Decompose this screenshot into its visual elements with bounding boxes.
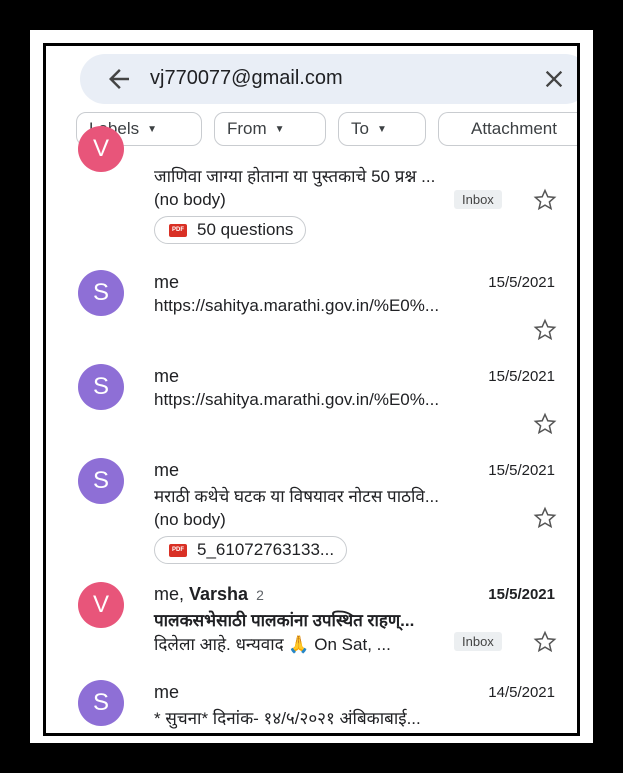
star-outline-icon[interactable]	[533, 412, 557, 436]
email-item[interactable]: S me 14/5/2021 * सुचना* दिनांक- १४/५/२०२…	[46, 676, 577, 733]
email-item[interactable]: V जाणिवा जाग्या होताना या पुस्तकाचे 50 प…	[46, 126, 577, 250]
avatar: V	[78, 126, 124, 172]
chevron-down-icon: ▼	[274, 123, 285, 135]
email-subject: मराठी कथेचे घटक या विषयावर नोटस पाठवि...	[154, 487, 439, 506]
email-subject: पालकसभेसाठी पालकांना उपस्थित राहण्...	[154, 611, 415, 630]
email-snippet: (no body)	[154, 190, 226, 209]
email-snippet: (no body)	[154, 510, 226, 529]
chevron-down-icon: ▼	[147, 123, 158, 135]
filter-chips: Labels ▼ From ▼ To ▼ Attachment	[76, 112, 577, 148]
avatar: S	[78, 270, 124, 316]
avatar: S	[78, 680, 124, 726]
email-sender-me: me,	[154, 584, 190, 604]
pdf-icon: PDF	[169, 543, 187, 557]
email-subject: https://sahitya.marathi.gov.in/%E0%...	[154, 296, 440, 315]
email-subject: https://sahitya.marathi.gov.in/%E0%...	[154, 390, 440, 409]
arrow-left-icon[interactable]	[104, 64, 134, 94]
email-date: 15/5/2021	[488, 368, 555, 385]
filter-chip-label: To	[351, 119, 369, 138]
avatar: S	[78, 364, 124, 410]
chevron-down-icon: ▼	[376, 123, 387, 135]
search-bar[interactable]: vj770077@gmail.com	[80, 54, 577, 104]
email-date: 15/5/2021	[488, 462, 555, 479]
email-sender: me	[154, 272, 180, 292]
email-subject: * सुचना* दिनांक- १४/५/२०२१ अंबिकाबाई...	[154, 709, 421, 728]
email-sender: me	[154, 366, 180, 386]
filter-chip-label: Attachment	[471, 119, 557, 138]
star-outline-icon[interactable]	[533, 630, 557, 654]
email-date: 14/5/2021	[488, 684, 555, 701]
gmail-search-results: vj770077@gmail.com Labels ▼ From ▼ To ▼ …	[46, 46, 577, 733]
attachment-name: 50 questions	[197, 220, 294, 239]
email-item[interactable]: V me, Varsha 2 15/5/2021 पालकसभेसाठी पालक…	[46, 578, 577, 658]
search-query[interactable]: vj770077@gmail.com	[150, 67, 343, 90]
email-sender: me	[154, 682, 180, 702]
close-icon[interactable]	[540, 65, 568, 93]
filter-chip-to[interactable]: To ▼	[338, 112, 426, 146]
attachment-chip[interactable]: PDF 5_61072763133...	[154, 536, 348, 564]
email-item[interactable]: S me 15/5/2021 मराठी कथेचे घटक या विषयाव…	[46, 454, 577, 574]
filter-chip-label: From	[227, 119, 267, 138]
avatar: S	[78, 458, 124, 504]
email-subject: जाणिवा जाग्या होताना या पुस्तकाचे 50 प्र…	[154, 167, 436, 186]
inbox-badge: Inbox	[454, 190, 502, 209]
attachment-name: 5_61072763133...	[197, 540, 335, 559]
inbox-badge: Inbox	[454, 632, 502, 651]
star-outline-icon[interactable]	[533, 188, 557, 212]
email-sender: me, Varsha 2	[154, 584, 264, 605]
email-item[interactable]: S me 15/5/2021 https://sahitya.marathi.g…	[46, 360, 577, 435]
thread-count: 2	[256, 587, 264, 603]
star-outline-icon[interactable]	[533, 506, 557, 530]
attachment-chip[interactable]: PDF 50 questions	[154, 216, 307, 244]
email-snippet: दिलेला आहे. धन्यवाद 🙏 On Sat, ...	[154, 635, 391, 654]
filter-chip-from[interactable]: From ▼	[214, 112, 326, 146]
email-sender-varsha: Varsha	[189, 584, 249, 604]
email-date: 15/5/2021	[488, 274, 555, 291]
filter-chip-attachment[interactable]: Attachment	[438, 112, 577, 146]
email-date: 15/5/2021	[488, 586, 555, 603]
star-outline-icon[interactable]	[533, 318, 557, 342]
email-item[interactable]: S me 15/5/2021 https://sahitya.marathi.g…	[46, 266, 577, 341]
pdf-icon: PDF	[169, 223, 187, 237]
avatar: V	[78, 582, 124, 628]
email-sender: me	[154, 460, 180, 480]
